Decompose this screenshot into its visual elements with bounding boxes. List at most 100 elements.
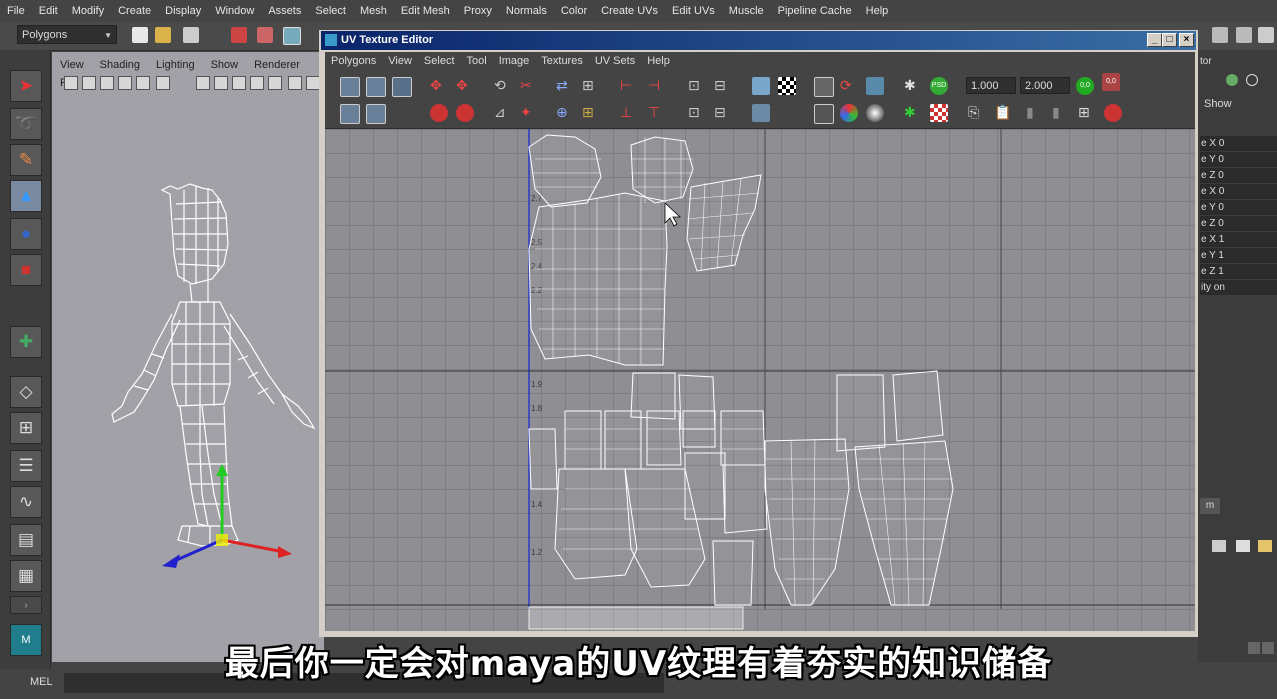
uv-move-icon[interactable] [366,77,386,97]
relax-icon[interactable]: ⊞ [582,104,600,122]
minimize-button[interactable]: _ [1147,33,1162,47]
align-top-icon[interactable]: ⊤ [648,104,666,122]
attr-translate-z[interactable]: e Z 0 [1200,168,1277,183]
single-pane-layout-icon[interactable]: ◇ [10,376,42,408]
camera-icon[interactable] [64,76,78,90]
wireframe-icon[interactable] [196,76,210,90]
paint-select-tool-icon[interactable]: ✎ [10,144,42,176]
film-gate-icon[interactable] [156,76,170,90]
isolate-select-icon[interactable] [752,104,770,122]
uv-menu-tool[interactable]: Tool [461,52,493,71]
flip-v-icon[interactable]: ✥ [456,77,474,95]
refresh-icon[interactable]: 0,0 [1076,77,1094,95]
shadows-icon[interactable] [288,76,302,90]
textured-icon[interactable] [250,76,264,90]
frame-selection-icon[interactable] [814,104,834,124]
new-scene-icon[interactable] [132,27,148,43]
image-plane-icon[interactable] [118,76,132,90]
uv-layout[interactable]: 2.7 2.5 2.4 2.2 1.9 1.8 1.4 1.2 [325,129,1195,631]
menu-edit-uvs[interactable]: Edit UVs [665,0,722,22]
menu-normals[interactable]: Normals [499,0,554,22]
sew-uv-icon[interactable]: ⇄ [556,77,574,95]
menu-proxy[interactable]: Proxy [457,0,499,22]
wireframe-on-shaded-icon[interactable] [232,76,246,90]
split-uv-icon[interactable]: ✦ [520,104,538,122]
uv-select-icon[interactable] [340,77,360,97]
lasso-tool-icon[interactable]: ➰ [10,108,42,140]
rotate-uv-icon[interactable]: ⟲ [494,77,512,95]
uv-origin-icon[interactable]: 0,0 [1102,73,1120,91]
move-tool-icon[interactable]: ▲ [10,180,42,212]
smooth-shade-icon[interactable] [214,76,228,90]
layer-selected-icon[interactable] [1258,540,1272,552]
align-right-icon[interactable]: ⊣ [648,77,666,95]
menu-pipeline-cache[interactable]: Pipeline Cache [771,0,859,22]
rotate-cw-icon[interactable] [456,104,474,122]
uv-select-shell-icon[interactable] [366,104,386,124]
bookmark-icon[interactable] [100,76,114,90]
viewport-menu-lighting[interactable]: Lighting [148,56,203,74]
hypershade-layout-icon[interactable]: ▤ [10,524,42,556]
psd-icon[interactable]: PSD [930,77,948,95]
scale-tool-icon[interactable]: ■ [10,254,42,286]
uv-menu-select[interactable]: Select [418,52,461,71]
unfold-icon[interactable]: ⊿ [494,104,512,122]
viewport-menu-show[interactable]: Show [203,56,247,74]
attr-scale-y[interactable]: e Y 1 [1200,248,1277,263]
tool-settings-icon[interactable] [1258,27,1274,43]
display-image-icon[interactable] [752,77,770,95]
paste-v-icon[interactable]: ▮ [1052,104,1070,122]
cycle-uvs-icon[interactable]: ⊞ [1078,104,1096,122]
menu-display[interactable]: Display [158,0,208,22]
uv-menu-image[interactable]: Image [493,52,536,71]
uv-editor-title-bar[interactable]: UV Texture Editor _ □ × [321,31,1196,50]
select-component-icon[interactable] [283,27,301,45]
grid-toggle-icon[interactable] [136,76,150,90]
rgb-channel-icon[interactable] [840,104,858,122]
layer-options-icon[interactable] [1236,540,1250,552]
rotate-ccw-icon[interactable] [430,104,448,122]
uv-menu-uv-sets[interactable]: UV Sets [589,52,641,71]
select-hierarchy-icon[interactable] [231,27,247,43]
select-object-icon[interactable] [257,27,273,43]
menu-help[interactable]: Help [859,0,896,22]
show-menu[interactable]: Show [1204,98,1232,110]
camera-attributes-icon[interactable] [82,76,96,90]
attr-scale-z[interactable]: e Z 1 [1200,264,1277,279]
paste-u-icon[interactable]: ▮ [1026,104,1044,122]
copy-uv-icon[interactable]: ⊟ [714,104,732,122]
menu-set-dropdown[interactable]: Polygons ▼ [17,25,117,44]
maximize-button[interactable]: □ [1162,33,1177,47]
menu-color[interactable]: Color [554,0,594,22]
grid-uv-icon[interactable]: ⊡ [688,77,706,95]
normalize-icon[interactable]: ⊕ [556,104,574,122]
attr-rotate-y[interactable]: e Y 0 [1200,200,1277,215]
attr-visibility[interactable]: ity on [1200,280,1277,295]
attr-rotate-z[interactable]: e Z 0 [1200,216,1277,231]
v-value-field[interactable]: 2.000 [1020,77,1070,94]
rotate-tool-icon[interactable]: ● [10,218,42,250]
menu-window[interactable]: Window [208,0,261,22]
shaded-uv-icon[interactable] [866,77,884,95]
menu-modify[interactable]: Modify [65,0,111,22]
channel-box-icon[interactable] [1212,27,1228,43]
save-scene-icon[interactable] [183,27,199,43]
pixel-snap-icon[interactable]: ⊡ [688,104,706,122]
flip-u-icon[interactable]: ✥ [430,77,448,95]
uv-lattice-icon[interactable] [340,104,360,124]
editor-tab-label[interactable]: tor [1200,56,1212,67]
viewport-menu-shading[interactable]: Shading [92,56,148,74]
new-layer-icon[interactable] [1212,540,1226,552]
move-icon[interactable] [1226,74,1238,86]
xray-icon[interactable] [306,76,320,90]
script-layout-icon[interactable]: ▦ [10,560,42,592]
menu-file[interactable]: File [0,0,32,22]
u-value-field[interactable]: 1.000 [966,77,1016,94]
rotate-icon[interactable] [1246,74,1258,86]
menu-mesh[interactable]: Mesh [353,0,394,22]
use-all-lights-icon[interactable] [268,76,282,90]
align-bottom-icon[interactable]: ⊥ [620,104,638,122]
open-scene-icon[interactable] [155,27,171,43]
attr-translate-x[interactable]: e X 0 [1200,136,1277,151]
uv-smudge-icon[interactable] [392,77,412,97]
